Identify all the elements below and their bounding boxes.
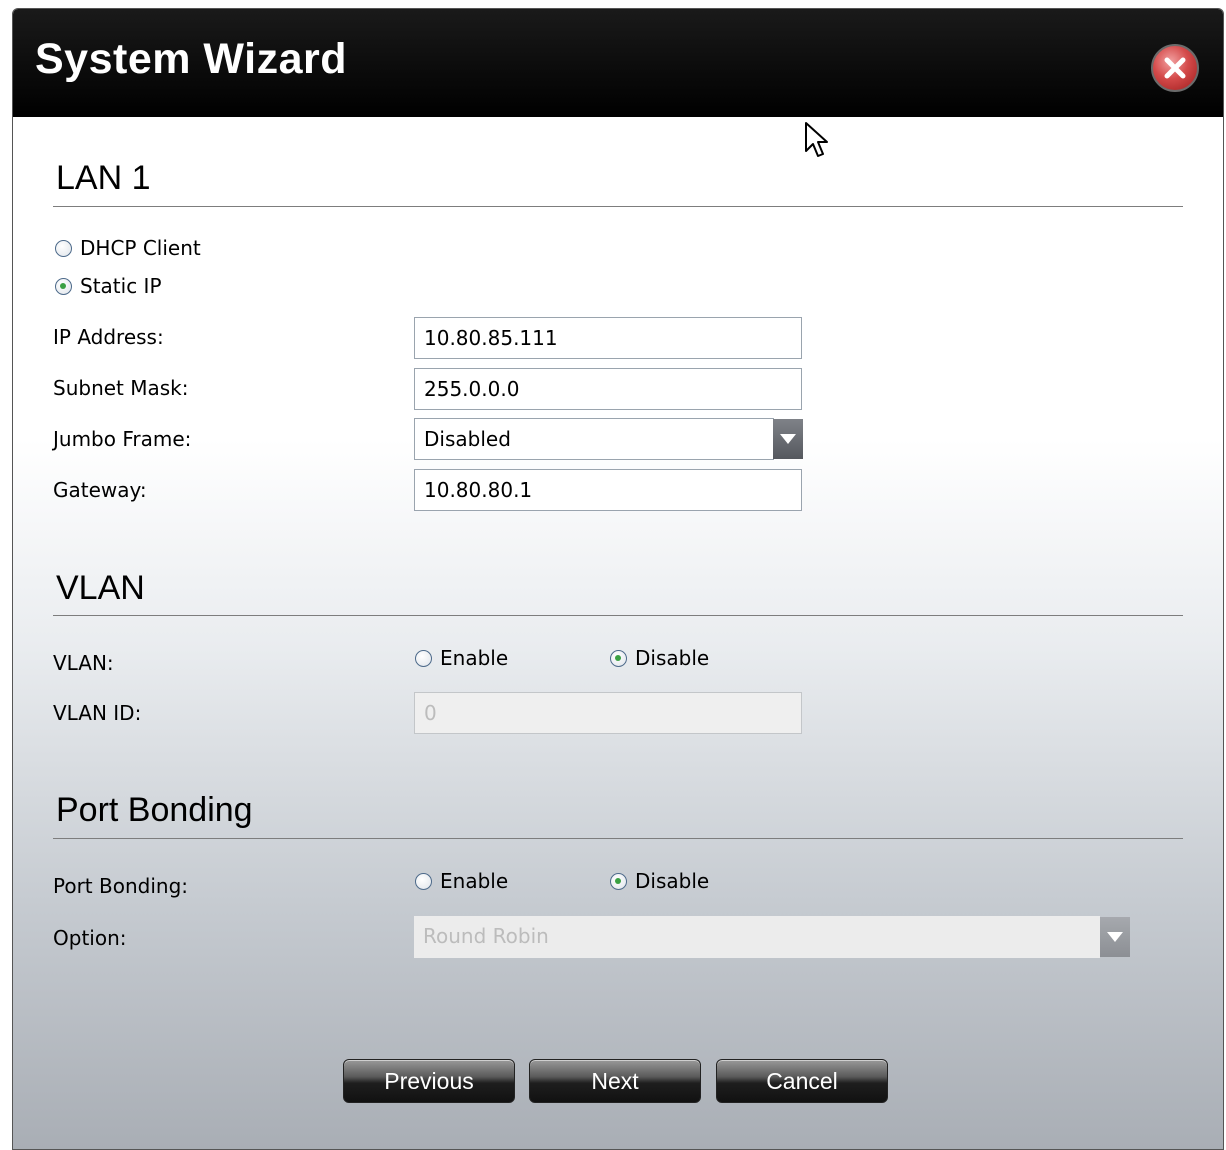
mouse-pointer-icon [804,121,830,165]
next-button[interactable]: Next [529,1059,701,1103]
lan-divider [53,206,1183,207]
gateway-input[interactable]: 10.80.80.1 [414,469,802,511]
vlan-disable-radio[interactable] [610,649,627,667]
bonding-enable-radio[interactable] [415,872,432,890]
system-wizard-dialog: System Wizard LAN 1 DHCP Client Static I… [12,8,1224,1150]
dialog-title: System Wizard [35,35,347,83]
subnet-mask-input[interactable]: 255.0.0.0 [414,368,802,410]
static-ip-option[interactable]: Static IP [55,274,162,298]
bonding-disable-radio[interactable] [610,872,627,890]
bonding-disable-label: Disable [635,869,710,893]
vlan-enable-option[interactable]: Enable [415,646,508,670]
vlan-id-label: VLAN ID: [53,701,142,725]
bonding-option-select[interactable]: Round Robin [414,916,1100,958]
close-button[interactable] [1151,44,1199,92]
previous-button[interactable]: Previous [343,1059,515,1103]
vlan-disable-label: Disable [635,646,710,670]
vlan-enable-radio[interactable] [415,649,432,667]
dhcp-client-option[interactable]: DHCP Client [55,236,201,260]
vlan-toggle-label: VLAN: [53,651,114,675]
static-ip-label: Static IP [80,274,162,298]
dhcp-client-radio[interactable] [55,239,72,257]
subnet-mask-label: Subnet Mask: [53,376,189,400]
bonding-disable-option[interactable]: Disable [610,869,709,893]
port-bonding-toggle-label: Port Bonding: [53,874,188,898]
vlan-disable-option[interactable]: Disable [610,646,709,670]
vlan-section-title: VLAN [56,569,145,607]
vlan-divider [53,615,1183,616]
jumbo-frame-dropdown-button[interactable] [773,419,803,459]
static-ip-radio[interactable] [55,277,72,295]
vlan-enable-label: Enable [440,646,509,670]
lan-section-title: LAN 1 [56,159,151,197]
jumbo-frame-select[interactable]: Disabled [414,418,774,460]
cancel-button[interactable]: Cancel [716,1059,888,1103]
vlan-id-input[interactable]: 0 [414,692,802,734]
title-bar: System Wizard [13,9,1223,117]
dhcp-client-label: DHCP Client [80,236,201,260]
port-bonding-divider [53,838,1183,839]
bonding-option-label: Option: [53,926,127,950]
bonding-enable-option[interactable]: Enable [415,869,508,893]
port-bonding-section-title: Port Bonding [56,791,253,829]
jumbo-frame-label: Jumbo Frame: [53,427,192,451]
ip-address-label: IP Address: [53,325,164,349]
gateway-label: Gateway: [53,478,147,502]
bonding-enable-label: Enable [440,869,509,893]
bonding-option-dropdown-button[interactable] [1100,917,1130,957]
ip-address-input[interactable]: 10.80.85.111 [414,317,802,359]
